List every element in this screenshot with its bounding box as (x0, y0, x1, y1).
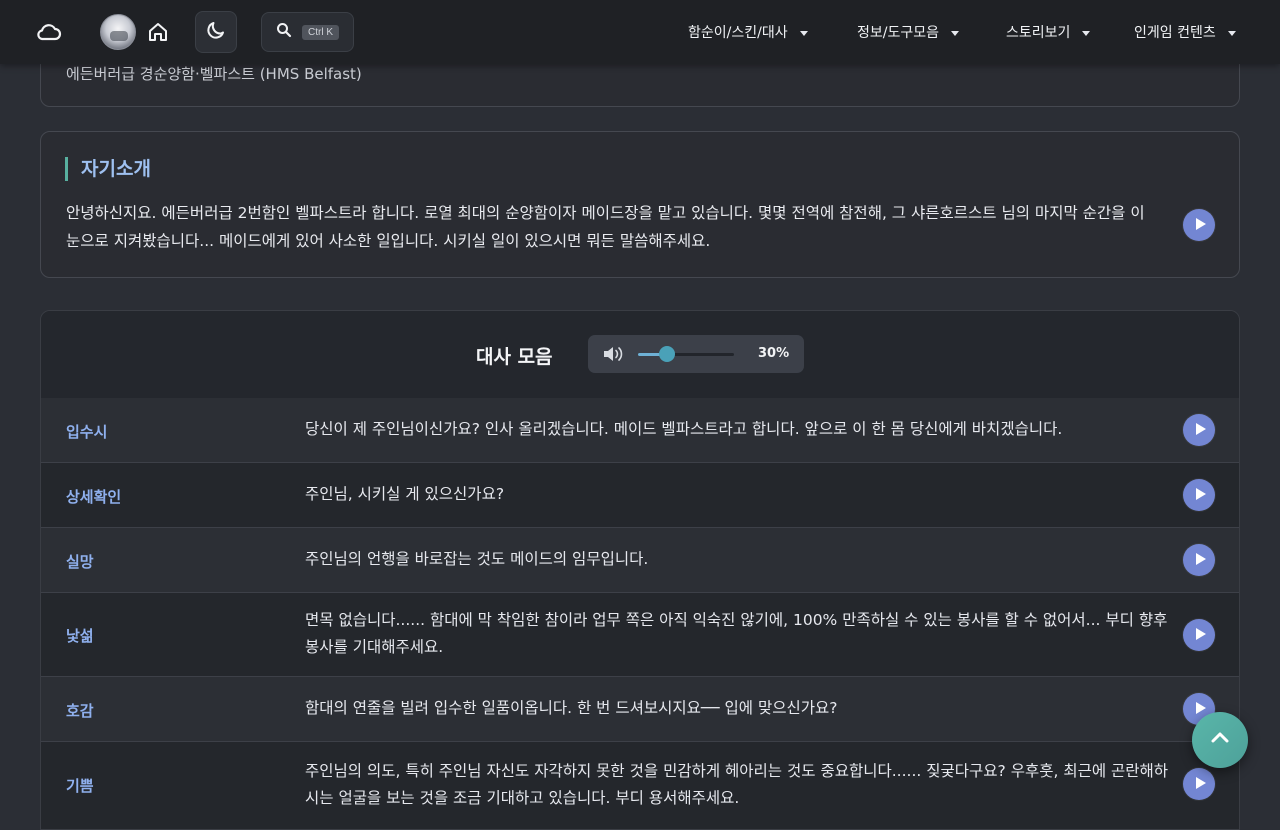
menu-label: 스토리보기 (1006, 25, 1071, 41)
caret-down-icon (1082, 30, 1091, 36)
voice-lines-header: 대사 모음 30% (41, 311, 1239, 399)
play-icon (1192, 551, 1207, 570)
ship-subtitle: 에든버러급 경순양함·벨파스트 (HMS Belfast) (66, 65, 362, 83)
line-text: 주인님, 시키실 게 있으신가요? (305, 485, 505, 503)
volume-slider-handle[interactable] (658, 346, 675, 362)
volume-slider-track[interactable] (638, 353, 734, 356)
menu-info-tools[interactable]: 정보/도구모음 (857, 0, 959, 64)
voice-lines-title: 대사 모음 (476, 346, 553, 368)
line-text: 면목 없습니다...... 함대에 막 착임한 참이라 업무 쪽은 아직 익숙진… (305, 611, 1168, 656)
caret-down-icon (1227, 30, 1236, 36)
table-row: 상세확인 주인님, 시키실 게 있으신가요? (41, 463, 1239, 528)
line-label: 기쁨 (66, 777, 94, 795)
line-text: 함대의 연줄을 빌려 입수한 일품이옵니다. 한 번 드셔보시지요── 입에 맞… (305, 699, 838, 717)
play-icon (1192, 486, 1207, 505)
moon-icon (205, 19, 227, 45)
play-icon (1192, 216, 1207, 235)
search-shortcut-badge: Ctrl K (302, 24, 339, 40)
cloud-icon[interactable] (34, 20, 62, 44)
play-button[interactable] (1183, 619, 1215, 651)
play-icon (1192, 421, 1207, 440)
table-row: 낯섦 면목 없습니다...... 함대에 막 착임한 참이라 업무 쪽은 아직 … (41, 593, 1239, 677)
avatar[interactable] (100, 14, 136, 50)
search-button[interactable]: Ctrl K (261, 12, 354, 52)
play-button[interactable] (1183, 544, 1215, 576)
line-label: 낯섦 (66, 627, 94, 645)
caret-down-icon (951, 30, 959, 36)
menu-label: 정보/도구모음 (857, 25, 939, 41)
menu-label: 인게임 컨텐츠 (1134, 25, 1216, 41)
self-introduction-card: 자기소개 안녕하신지요. 에든버러급 2번함인 벨파스트라 합니다. 로열 최대… (40, 131, 1240, 278)
menu-label: 함순이/스킨/대사 (688, 25, 788, 41)
home-icon[interactable] (146, 20, 170, 44)
play-icon (1192, 626, 1207, 645)
theme-toggle-button[interactable] (195, 11, 237, 53)
line-label: 입수시 (66, 423, 108, 441)
chevron-up-icon (1208, 726, 1232, 754)
line-text: 주인님의 언행을 바로잡는 것도 메이드의 임무입니다. (305, 550, 649, 568)
scroll-to-top-button[interactable] (1192, 712, 1248, 768)
top-navbar: Ctrl K 함순이/스킨/대사 정보/도구모음 스토리보기 인게임 컨텐츠 (0, 0, 1280, 64)
table-row: 기쁨 주인님의 의도, 특히 주인님 자신도 자각하지 못한 것을 민감하게 헤… (41, 742, 1239, 829)
menu-ships-skins-lines[interactable]: 함순이/스킨/대사 (688, 0, 808, 64)
line-label: 호감 (66, 702, 94, 720)
play-icon (1192, 775, 1207, 794)
volume-percent: 30% (758, 346, 790, 361)
line-text: 당신이 제 주인님이신가요? 인사 올리겠습니다. 메이드 벨파스트라고 합니다… (305, 420, 1063, 438)
section-title: 자기소개 (65, 157, 151, 181)
search-icon (276, 22, 292, 42)
play-button[interactable] (1183, 209, 1215, 241)
play-button[interactable] (1183, 768, 1215, 800)
menu-story[interactable]: 스토리보기 (1006, 0, 1091, 64)
introduction-text: 안녕하신지요. 에든버러급 2번함인 벨파스트라 합니다. 로열 최대의 순양함… (66, 204, 1145, 250)
line-text: 주인님의 의도, 특히 주인님 자신도 자각하지 못한 것을 민감하게 헤아리는… (305, 762, 1169, 807)
line-label: 실망 (66, 553, 94, 571)
table-row: 호감 함대의 연줄을 빌려 입수한 일품이옵니다. 한 번 드셔보시지요── 입… (41, 677, 1239, 742)
voice-lines-table: 대사 모음 30% 입수시 당신이 제 주인님이신가요? 인사 올리겠습니다. … (40, 310, 1240, 830)
speaker-icon[interactable] (602, 345, 626, 367)
menu-ingame-content[interactable]: 인게임 컨텐츠 (1134, 0, 1236, 64)
table-row: 입수시 당신이 제 주인님이신가요? 인사 올리겠습니다. 메이드 벨파스트라고… (41, 398, 1239, 463)
table-row: 실망 주인님의 언행을 바로잡는 것도 메이드의 임무입니다. (41, 528, 1239, 593)
play-button[interactable] (1183, 414, 1215, 446)
play-button[interactable] (1183, 479, 1215, 511)
volume-control[interactable]: 30% (588, 335, 804, 373)
caret-down-icon (799, 30, 808, 36)
line-label: 상세확인 (66, 488, 122, 506)
